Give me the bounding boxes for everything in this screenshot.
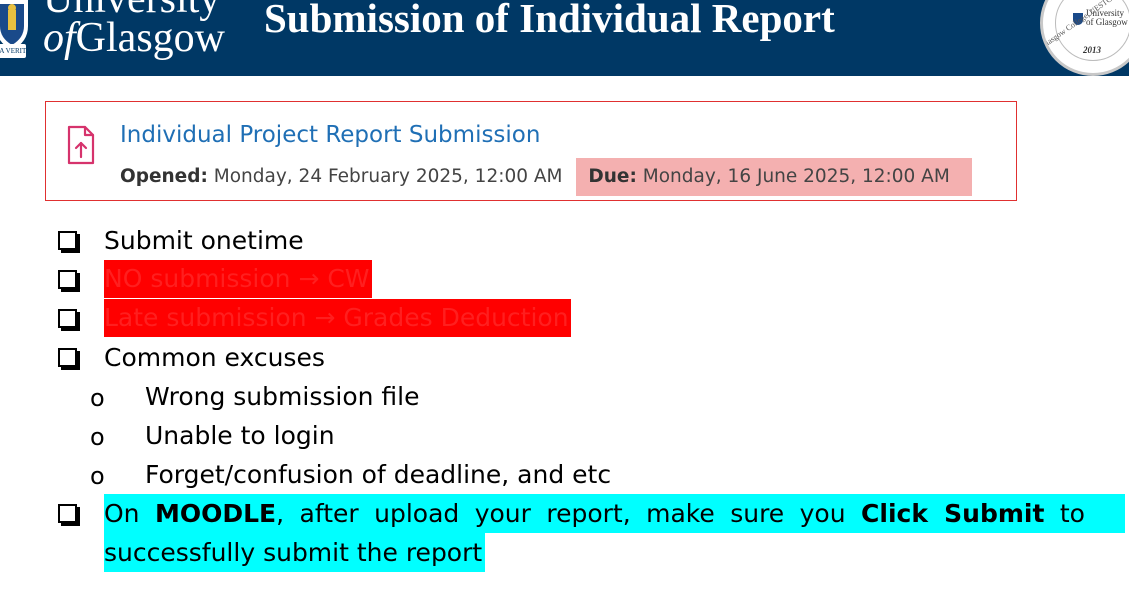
excuse-forget-deadline: Forget/confusion of deadline, and etc xyxy=(145,460,612,489)
sub-bullet-marker: o xyxy=(90,423,105,451)
bullet-submit-onetime: Submit onetime xyxy=(104,226,304,255)
excuse-wrong-file: Wrong submission file xyxy=(145,382,420,411)
crest-motto: VIA VERITAS VITA xyxy=(0,44,26,58)
slide-title: Submission of Individual Report xyxy=(264,0,835,41)
university-crest-icon: VIA VERITAS VITA xyxy=(0,0,30,60)
opened-value: Monday, 24 February 2025, 12:00 AM xyxy=(213,166,563,187)
excuse-unable-login: Unable to login xyxy=(145,421,335,450)
due-value: Monday, 16 June 2025, 12:00 AM xyxy=(642,166,950,187)
checkbox-bullet-icon xyxy=(58,348,77,367)
logo-glasgow: ofGlasgow xyxy=(43,15,225,61)
checkbox-bullet-icon xyxy=(58,270,77,289)
assignment-card[interactable]: Individual Project Report Submission Ope… xyxy=(45,101,1017,201)
bullet-late-submission: Late submission → Grades Deduction xyxy=(104,299,571,337)
checkbox-bullet-icon xyxy=(58,504,77,523)
checkbox-bullet-icon xyxy=(58,309,77,328)
checkbox-bullet-icon xyxy=(58,231,77,250)
college-seal-logo: University of Glasgow 2013 Glasgow Colleg… xyxy=(1040,0,1129,76)
due-label: Due: xyxy=(588,166,637,187)
slide-header: VIA VERITAS VITA University ofGlasgow Su… xyxy=(0,0,1129,76)
due-badge: Due: Monday, 16 June 2025, 12:00 AM xyxy=(576,158,972,196)
bullet-no-submission: NO submission → CW xyxy=(104,260,372,298)
opened-label: Opened: xyxy=(120,166,208,187)
assignment-dates: Opened: Monday, 24 February 2025, 12:00 … xyxy=(120,158,972,196)
seal-year: 2013 xyxy=(1083,45,1101,55)
bullet-common-excuses: Common excuses xyxy=(104,343,325,372)
sub-bullet-marker: o xyxy=(90,462,105,490)
sub-bullet-marker: o xyxy=(90,384,105,412)
assignment-title-link[interactable]: Individual Project Report Submission xyxy=(120,120,540,150)
bullet-moodle-line1: On MOODLE, after upload your report, mak… xyxy=(104,494,1125,533)
bullet-moodle-line2: successfully submit the report xyxy=(104,533,486,572)
file-upload-icon xyxy=(65,123,97,167)
